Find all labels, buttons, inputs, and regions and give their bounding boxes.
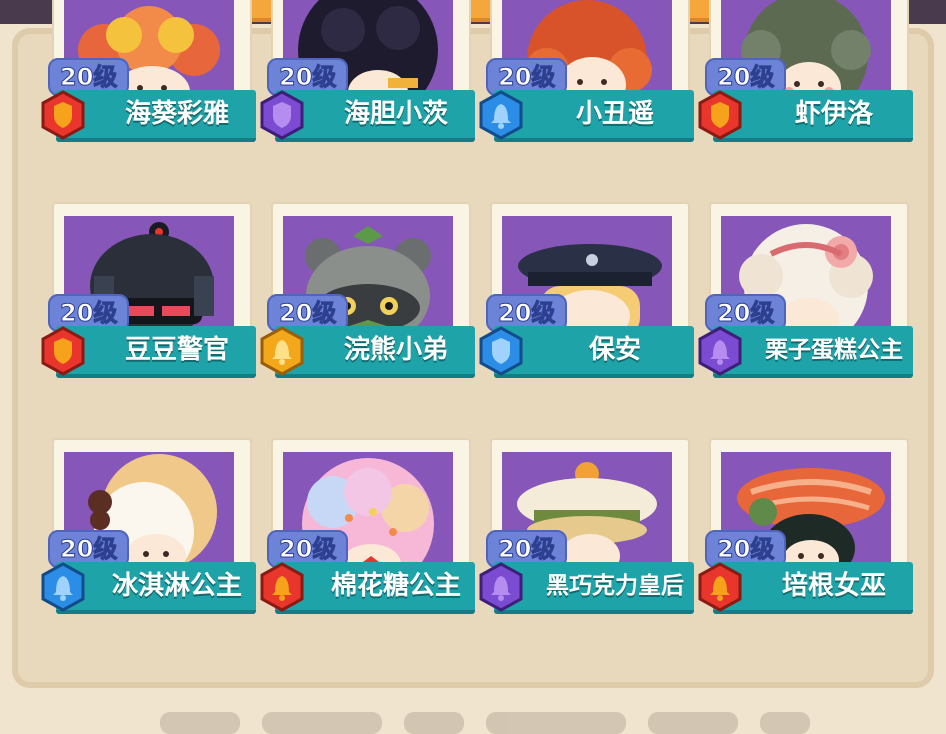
- bell-icon: [698, 326, 742, 376]
- character-card[interactable]: 20级 棉花糖公主: [260, 438, 475, 640]
- character-name: 培根女巫: [781, 571, 886, 601]
- bell-icon: [260, 326, 304, 376]
- character-card[interactable]: 20级 豆豆警官: [41, 202, 256, 404]
- shield-icon: [41, 90, 85, 140]
- name-bar: 海葵彩雅: [56, 90, 256, 142]
- shield-icon: [260, 90, 304, 140]
- character-name: 虾伊洛: [794, 99, 873, 129]
- character-card[interactable]: 20级 黑巧克力皇后: [479, 438, 694, 640]
- bell-icon: [41, 562, 85, 612]
- character-name: 黑巧克力皇后: [546, 573, 684, 599]
- character-card[interactable]: 20级 栗子蛋糕公主: [698, 202, 913, 404]
- character-name: 栗子蛋糕公主: [765, 337, 903, 363]
- bell-icon: [698, 562, 742, 612]
- shield-icon: [479, 326, 523, 376]
- character-name: 保安: [588, 335, 641, 365]
- character-card[interactable]: 20级 培根女巫: [698, 438, 913, 640]
- character-card[interactable]: 20级 海胆小茨: [260, 0, 475, 168]
- name-bar: 黑巧克力皇后: [494, 562, 694, 614]
- name-bar: 棉花糖公主: [275, 562, 475, 614]
- shield-icon: [698, 90, 742, 140]
- character-name: 小丑遥: [575, 99, 654, 129]
- name-bar: 冰淇淋公主: [56, 562, 256, 614]
- name-bar: 培根女巫: [713, 562, 913, 614]
- bell-icon: [260, 562, 304, 612]
- character-name: 海胆小茨: [343, 99, 448, 129]
- character-card[interactable]: 20级 保安: [479, 202, 694, 404]
- bell-icon: [479, 90, 523, 140]
- name-bar: 浣熊小弟: [275, 326, 475, 378]
- character-name: 豆豆警官: [124, 335, 229, 365]
- character-card[interactable]: 20级 浣熊小弟: [260, 202, 475, 404]
- character-card[interactable]: 20级 冰淇淋公主: [41, 438, 256, 640]
- name-bar: 栗子蛋糕公主: [713, 326, 913, 378]
- character-name: 棉花糖公主: [330, 571, 461, 601]
- blurred-caption: [160, 712, 900, 734]
- name-bar: 小丑遥: [494, 90, 694, 142]
- character-card[interactable]: 20级 虾伊洛: [698, 0, 913, 168]
- name-bar: 海胆小茨: [275, 90, 475, 142]
- character-name: 冰淇淋公主: [111, 571, 242, 601]
- shield-icon: [41, 326, 85, 376]
- name-bar: 豆豆警官: [56, 326, 256, 378]
- name-bar: 保安: [494, 326, 694, 378]
- character-name: 海葵彩雅: [124, 99, 229, 129]
- bell-icon: [479, 562, 523, 612]
- name-bar: 虾伊洛: [713, 90, 913, 142]
- character-name: 浣熊小弟: [343, 335, 448, 365]
- character-card[interactable]: 20级 海葵彩雅: [41, 0, 256, 168]
- character-card[interactable]: 20级 小丑遥: [479, 0, 694, 168]
